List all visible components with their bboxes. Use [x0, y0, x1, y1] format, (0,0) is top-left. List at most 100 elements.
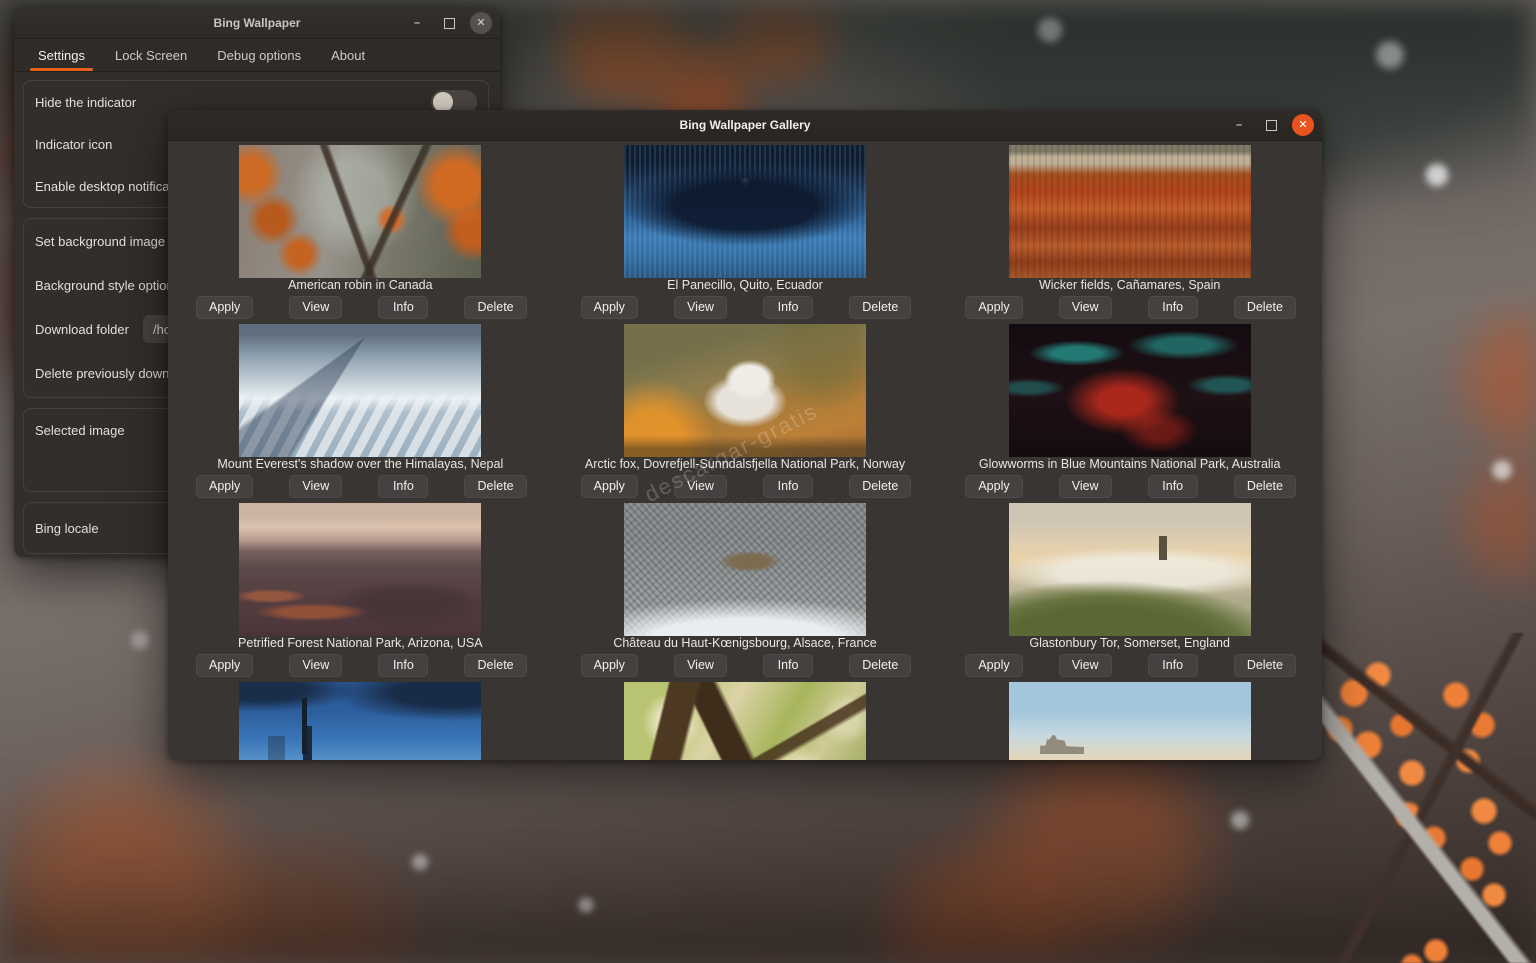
delete-button[interactable]: Delete: [1234, 654, 1296, 677]
tab-debug-options[interactable]: Debug options: [215, 39, 303, 71]
wallpaper-berries: [1316, 633, 1536, 963]
setting-label: Set background image: [35, 234, 165, 249]
gallery-item: Glastonbury Tor, Somerset, England Apply…: [937, 503, 1322, 682]
wallpaper-caption: Arctic fox, Dovrefjell-Sunndalsfjella Na…: [585, 457, 905, 472]
gallery-item: Arctic fox, Dovrefjell-Sunndalsfjella Na…: [553, 324, 938, 503]
setting-label: Download folder: [35, 322, 129, 337]
apply-button[interactable]: Apply: [965, 475, 1022, 498]
delete-button[interactable]: Delete: [849, 475, 911, 498]
info-button[interactable]: Info: [378, 296, 428, 319]
maximize-icon[interactable]: [1260, 114, 1282, 136]
wallpaper-thumbnail[interactable]: [624, 503, 866, 636]
view-button[interactable]: View: [289, 296, 342, 319]
delete-button[interactable]: Delete: [1234, 296, 1296, 319]
gallery-window-title: Bing Wallpaper Gallery: [680, 118, 811, 132]
wallpaper-thumbnail[interactable]: [239, 503, 481, 636]
wallpaper-caption: El Panecillo, Quito, Ecuador: [667, 278, 823, 293]
wallpaper-actions: Apply View Info Delete: [937, 651, 1322, 677]
wallpaper-caption: Glowworms in Blue Mountains National Par…: [979, 457, 1281, 472]
gallery-item: El Panecillo, Quito, Ecuador Apply View …: [553, 145, 938, 324]
wallpaper-thumbnail[interactable]: [239, 145, 481, 278]
apply-button[interactable]: Apply: [965, 296, 1022, 319]
setting-label: Hide the indicator: [35, 95, 136, 110]
delete-button[interactable]: Delete: [464, 296, 526, 319]
gallery-window: Bing Wallpaper Gallery – ✕ American robi…: [168, 110, 1322, 760]
apply-button[interactable]: Apply: [196, 296, 253, 319]
minimize-icon[interactable]: –: [1228, 114, 1250, 136]
wallpaper-thumbnail[interactable]: [1009, 682, 1251, 760]
delete-button[interactable]: Delete: [849, 296, 911, 319]
setting-label: Selected image: [35, 423, 125, 438]
wallpaper-actions: Apply View Info Delete: [168, 651, 553, 677]
close-icon[interactable]: ✕: [1292, 114, 1314, 136]
tab-lock-screen[interactable]: Lock Screen: [113, 39, 189, 71]
settings-titlebar[interactable]: Bing Wallpaper – ✕: [14, 8, 500, 39]
gallery-item: Apply View Info Delete: [937, 682, 1322, 760]
close-icon[interactable]: ✕: [470, 12, 492, 34]
apply-button[interactable]: Apply: [196, 654, 253, 677]
setting-label: Indicator icon: [35, 137, 112, 152]
wallpaper-thumbnail[interactable]: [624, 682, 866, 760]
wallpaper-caption: Mount Everest's shadow over the Himalaya…: [217, 457, 503, 472]
gallery-window-controls: – ✕: [1228, 110, 1314, 140]
info-button[interactable]: Info: [763, 475, 813, 498]
info-button[interactable]: Info: [378, 475, 428, 498]
wallpaper-actions: Apply View Info Delete: [168, 293, 553, 319]
setting-label: Background style option: [35, 278, 174, 293]
wallpaper-thumbnail[interactable]: [1009, 324, 1251, 457]
gallery-item: Glowworms in Blue Mountains National Par…: [937, 324, 1322, 503]
gallery-grid: American robin in Canada Apply View Info…: [168, 141, 1322, 760]
gallery-item: Wicker fields, Cañamares, Spain Apply Vi…: [937, 145, 1322, 324]
wallpaper-caption: American robin in Canada: [288, 278, 433, 293]
delete-button[interactable]: Delete: [464, 475, 526, 498]
view-button[interactable]: View: [1059, 475, 1112, 498]
apply-button[interactable]: Apply: [581, 296, 638, 319]
delete-button[interactable]: Delete: [849, 654, 911, 677]
wallpaper-thumbnail[interactable]: [624, 145, 866, 278]
delete-button[interactable]: Delete: [464, 654, 526, 677]
tab-about[interactable]: About: [329, 39, 367, 71]
view-button[interactable]: View: [289, 654, 342, 677]
view-button[interactable]: View: [674, 475, 727, 498]
gallery-item: Apply View Info Delete: [168, 682, 553, 760]
apply-button[interactable]: Apply: [581, 475, 638, 498]
apply-button[interactable]: Apply: [965, 654, 1022, 677]
gallery-item: Mount Everest's shadow over the Himalaya…: [168, 324, 553, 503]
delete-button[interactable]: Delete: [1234, 475, 1296, 498]
apply-button[interactable]: Apply: [196, 475, 253, 498]
wallpaper-thumbnail[interactable]: [624, 324, 866, 457]
info-button[interactable]: Info: [763, 296, 813, 319]
wallpaper-actions: Apply View Info Delete: [553, 651, 938, 677]
wallpaper-thumbnail[interactable]: [1009, 503, 1251, 636]
minimize-icon[interactable]: –: [406, 12, 428, 34]
settings-window-controls: – ✕: [406, 8, 492, 38]
info-button[interactable]: Info: [1148, 296, 1198, 319]
wallpaper-actions: Apply View Info Delete: [168, 472, 553, 498]
tab-settings[interactable]: Settings: [36, 39, 87, 71]
view-button[interactable]: View: [674, 654, 727, 677]
wallpaper-thumbnail[interactable]: [1009, 145, 1251, 278]
maximize-icon[interactable]: [438, 12, 460, 34]
wallpaper-actions: Apply View Info Delete: [937, 293, 1322, 319]
gallery-titlebar[interactable]: Bing Wallpaper Gallery – ✕: [168, 110, 1322, 141]
view-button[interactable]: View: [1059, 296, 1112, 319]
settings-window-title: Bing Wallpaper: [214, 16, 301, 30]
wallpaper-actions: Apply View Info Delete: [937, 472, 1322, 498]
view-button[interactable]: View: [1059, 654, 1112, 677]
wallpaper-caption: Petrified Forest National Park, Arizona,…: [238, 636, 483, 651]
settings-tabbar: Settings Lock Screen Debug options About: [14, 39, 500, 72]
wallpaper-thumbnail[interactable]: [239, 324, 481, 457]
view-button[interactable]: View: [674, 296, 727, 319]
wallpaper-thumbnail[interactable]: [239, 682, 481, 760]
info-button[interactable]: Info: [763, 654, 813, 677]
info-button[interactable]: Info: [378, 654, 428, 677]
wallpaper-actions: Apply View Info Delete: [553, 293, 938, 319]
wallpaper-caption: Glastonbury Tor, Somerset, England: [1029, 636, 1230, 651]
info-button[interactable]: Info: [1148, 475, 1198, 498]
view-button[interactable]: View: [289, 475, 342, 498]
toggle-knob: [433, 92, 453, 112]
apply-button[interactable]: Apply: [581, 654, 638, 677]
gallery-item: Château du Haut-Kœnigsbourg, Alsace, Fra…: [553, 503, 938, 682]
gallery-item: American robin in Canada Apply View Info…: [168, 145, 553, 324]
info-button[interactable]: Info: [1148, 654, 1198, 677]
